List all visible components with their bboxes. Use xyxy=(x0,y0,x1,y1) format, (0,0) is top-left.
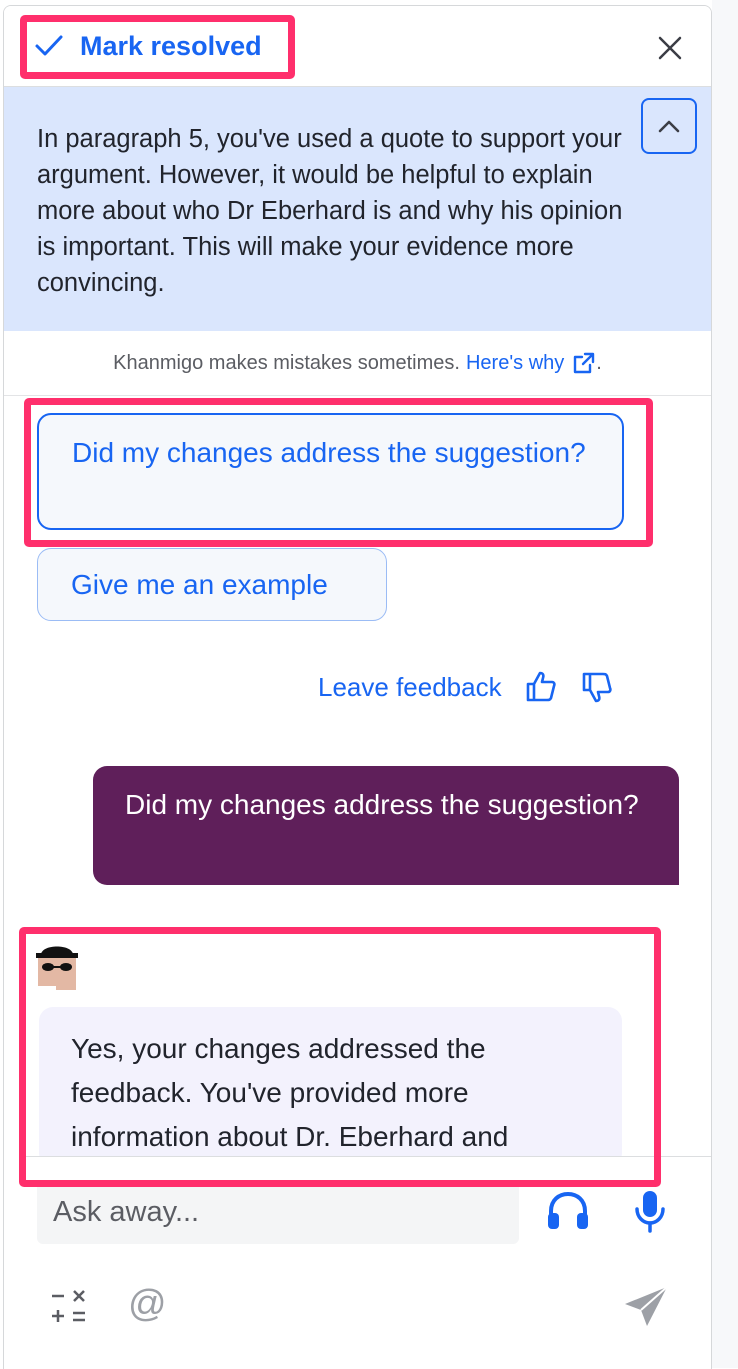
close-button[interactable] xyxy=(656,34,684,62)
suggestion-chip-address[interactable]: Did my changes address the suggestion? xyxy=(37,413,624,530)
disclaimer-text: Khanmigo makes mistakes sometimes. xyxy=(113,351,460,374)
suggestion-chip-example[interactable]: Give me an example xyxy=(37,548,387,621)
heres-why-link[interactable]: Here's why xyxy=(466,351,596,375)
leave-feedback-link[interactable]: Leave feedback xyxy=(318,672,502,703)
bot-message-bubble: Yes, your changes addressed the feedback… xyxy=(39,1007,622,1167)
disclaimer-period: . xyxy=(596,351,602,374)
right-edge-strip xyxy=(712,0,738,1368)
collapse-button[interactable] xyxy=(641,98,697,154)
suggestion-text: In paragraph 5, you've used a quote to s… xyxy=(37,125,623,297)
khanmigo-avatar-icon xyxy=(36,946,78,990)
at-icon[interactable]: @ xyxy=(128,1283,167,1326)
chat-input[interactable] xyxy=(37,1180,519,1244)
feedback-row: Leave feedback xyxy=(318,670,614,704)
headphones-icon[interactable] xyxy=(546,1191,590,1231)
chevron-up-icon xyxy=(658,120,680,133)
panel-header: Mark resolved xyxy=(4,6,711,87)
send-icon[interactable] xyxy=(621,1284,671,1330)
mark-resolved-button[interactable]: Mark resolved xyxy=(34,28,262,64)
suggestion-card: In paragraph 5, you've used a quote to s… xyxy=(4,87,711,331)
microphone-icon[interactable] xyxy=(633,1189,667,1233)
external-link-icon xyxy=(574,352,595,374)
thumbs-down-icon[interactable] xyxy=(580,670,614,704)
check-icon xyxy=(35,35,63,56)
disclaimer: Khanmigo makes mistakes sometimes. Here'… xyxy=(4,331,711,396)
thumbs-up-icon[interactable] xyxy=(524,670,558,704)
user-message-bubble: Did my changes address the suggestion? xyxy=(93,766,679,885)
chat-input-area: @ xyxy=(21,1156,711,1369)
math-symbols-icon[interactable] xyxy=(49,1287,89,1327)
heres-why-label: Here's why xyxy=(465,351,565,374)
khanmigo-feedback-panel: Mark resolved In paragraph 5, you've use… xyxy=(3,5,712,1369)
mark-resolved-label: Mark resolved xyxy=(80,30,262,61)
close-icon xyxy=(658,36,682,60)
